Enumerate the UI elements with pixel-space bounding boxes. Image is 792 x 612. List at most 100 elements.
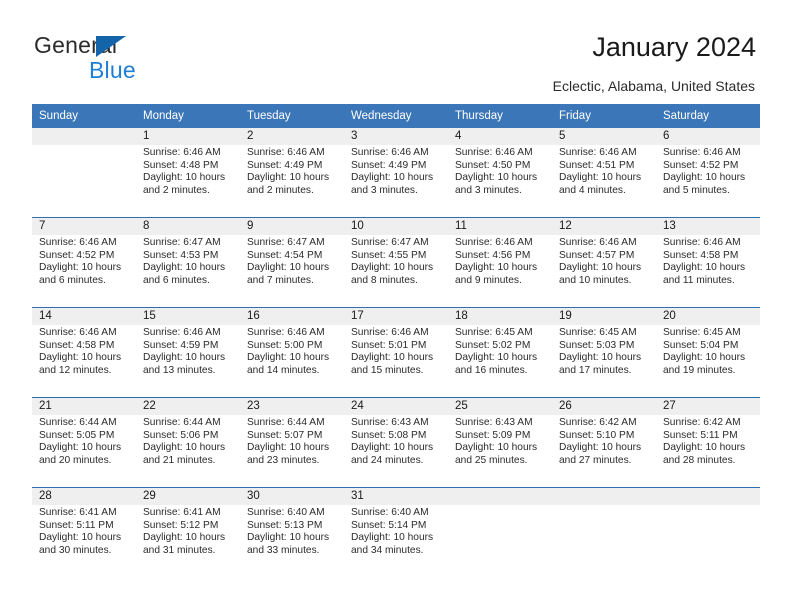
calendar-day-cell[interactable]: 19 Sunrise: 6:45 AM Sunset: 5:03 PM Dayligh… <box>552 307 656 398</box>
calendar-day-cell[interactable]: 16 Sunrise: 6:46 AM Sunset: 5:00 PM Dayligh… <box>240 307 344 398</box>
calendar-week-row: 28 Sunrise: 6:41 AM Sunset: 5:11 PM Dayligh… <box>32 487 760 577</box>
calendar-day-cell[interactable]: 8 Sunrise: 6:47 AM Sunset: 4:53 PM Daylight… <box>136 217 240 308</box>
day-cell-content: 2 Sunrise: 6:46 AM Sunset: 4:49 PM Daylight… <box>240 128 344 217</box>
calendar-week-row: 1 Sunrise: 6:46 AM Sunset: 4:48 PM Daylight… <box>32 128 760 218</box>
day-cell-content: 23 Sunrise: 6:44 AM Sunset: 5:07 PM Dayligh… <box>240 398 344 487</box>
calendar-day-cell[interactable]: 10 Sunrise: 6:47 AM Sunset: 4:55 PM Dayligh… <box>344 217 448 308</box>
sunrise-time: Sunrise: 6:40 AM <box>247 507 325 518</box>
daylight-duration-line1: Daylight: 10 hours <box>351 532 434 544</box>
calendar-body: 1 Sunrise: 6:46 AM Sunset: 4:48 PM Daylight… <box>32 128 760 577</box>
logo-text-blue: Blue <box>89 57 136 83</box>
calendar-day-cell[interactable]: 22 Sunrise: 6:44 AM Sunset: 5:06 PM Dayligh… <box>136 397 240 488</box>
sunrise-time: Sunrise: 6:47 AM <box>247 237 325 248</box>
daylight-duration-line1: Daylight: 10 hours <box>559 352 642 364</box>
calendar-day-cell[interactable]: 17 Sunrise: 6:46 AM Sunset: 5:01 PM Dayligh… <box>344 307 448 398</box>
calendar-day-cell[interactable] <box>448 487 552 577</box>
calendar-day-cell[interactable] <box>552 487 656 577</box>
day-number <box>448 488 552 505</box>
sunset-time: Sunset: 4:49 PM <box>351 159 427 171</box>
day-cell-content: 1 Sunrise: 6:46 AM Sunset: 4:48 PM Daylight… <box>136 128 240 217</box>
calendar-day-cell[interactable]: 1 Sunrise: 6:46 AM Sunset: 4:48 PM Daylight… <box>136 128 240 218</box>
day-number: 4 <box>448 128 552 145</box>
calendar-day-cell[interactable]: 11 Sunrise: 6:46 AM Sunset: 4:56 PM Dayligh… <box>448 217 552 308</box>
daylight-duration-line1: Daylight: 10 hours <box>143 172 226 184</box>
calendar-day-cell[interactable] <box>32 128 136 218</box>
sunset-time: Sunset: 4:56 PM <box>455 249 531 261</box>
weekday-header-wednesday: Wednesday <box>344 104 448 128</box>
sunset-time: Sunset: 5:13 PM <box>247 519 323 531</box>
weekday-header-monday: Monday <box>136 104 240 128</box>
day-cell-content: 11 Sunrise: 6:46 AM Sunset: 4:56 PM Dayligh… <box>448 218 552 307</box>
calendar-day-cell[interactable]: 26 Sunrise: 6:42 AM Sunset: 5:10 PM Dayligh… <box>552 397 656 488</box>
day-number: 7 <box>32 218 136 235</box>
calendar-day-cell[interactable]: 27 Sunrise: 6:42 AM Sunset: 5:11 PM Dayligh… <box>656 397 760 488</box>
calendar-day-cell[interactable]: 9 Sunrise: 6:47 AM Sunset: 4:54 PM Daylight… <box>240 217 344 308</box>
day-number: 29 <box>136 488 240 505</box>
sunrise-time: Sunrise: 6:43 AM <box>351 417 429 428</box>
day-cell-content: 4 Sunrise: 6:46 AM Sunset: 4:50 PM Daylight… <box>448 128 552 217</box>
calendar-day-cell[interactable]: 15 Sunrise: 6:46 AM Sunset: 4:59 PM Dayligh… <box>136 307 240 398</box>
calendar-day-cell[interactable]: 4 Sunrise: 6:46 AM Sunset: 4:50 PM Daylight… <box>448 128 552 218</box>
sunrise-sunset-calendar: Sunday Monday Tuesday Wednesday Thursday… <box>32 104 760 577</box>
day-cell-content: 8 Sunrise: 6:47 AM Sunset: 4:53 PM Daylight… <box>136 218 240 307</box>
calendar-day-cell[interactable]: 2 Sunrise: 6:46 AM Sunset: 4:49 PM Daylight… <box>240 128 344 218</box>
day-cell-content: 22 Sunrise: 6:44 AM Sunset: 5:06 PM Dayligh… <box>136 398 240 487</box>
calendar-day-cell[interactable]: 28 Sunrise: 6:41 AM Sunset: 5:11 PM Dayligh… <box>32 487 136 577</box>
calendar-day-cell[interactable]: 25 Sunrise: 6:43 AM Sunset: 5:09 PM Dayligh… <box>448 397 552 488</box>
sunset-time: Sunset: 5:11 PM <box>663 429 738 441</box>
daylight-duration-line1: Daylight: 10 hours <box>455 352 538 364</box>
weekday-header-friday: Friday <box>552 104 656 128</box>
calendar-day-cell[interactable]: 20 Sunrise: 6:45 AM Sunset: 5:04 PM Dayligh… <box>656 307 760 398</box>
calendar-day-cell[interactable]: 31 Sunrise: 6:40 AM Sunset: 5:14 PM Dayligh… <box>344 487 448 577</box>
day-number: 24 <box>344 398 448 415</box>
calendar-day-cell[interactable]: 23 Sunrise: 6:44 AM Sunset: 5:07 PM Dayligh… <box>240 397 344 488</box>
calendar-day-cell[interactable]: 13 Sunrise: 6:46 AM Sunset: 4:58 PM Dayligh… <box>656 217 760 308</box>
day-details: Sunrise: 6:42 AM Sunset: 5:10 PM Daylight:… <box>552 415 656 467</box>
day-details: Sunrise: 6:46 AM Sunset: 4:58 PM Daylight:… <box>32 325 136 377</box>
day-cell-content: 19 Sunrise: 6:45 AM Sunset: 5:03 PM Dayligh… <box>552 308 656 397</box>
calendar-day-cell[interactable]: 5 Sunrise: 6:46 AM Sunset: 4:51 PM Daylight… <box>552 128 656 218</box>
calendar-day-cell[interactable]: 7 Sunrise: 6:46 AM Sunset: 4:52 PM Daylight… <box>32 217 136 308</box>
day-number: 31 <box>344 488 448 505</box>
sunset-time: Sunset: 4:52 PM <box>39 249 115 261</box>
day-number: 3 <box>344 128 448 145</box>
calendar-day-cell[interactable] <box>656 487 760 577</box>
calendar-day-cell[interactable]: 6 Sunrise: 6:46 AM Sunset: 4:52 PM Daylight… <box>656 128 760 218</box>
daylight-duration-line2: and 16 minutes. <box>455 364 528 376</box>
day-cell-content: 26 Sunrise: 6:42 AM Sunset: 5:10 PM Dayligh… <box>552 398 656 487</box>
daylight-duration-line2: and 3 minutes. <box>455 184 522 196</box>
calendar-day-cell[interactable]: 18 Sunrise: 6:45 AM Sunset: 5:02 PM Dayligh… <box>448 307 552 398</box>
calendar-day-cell[interactable]: 14 Sunrise: 6:46 AM Sunset: 4:58 PM Dayligh… <box>32 307 136 398</box>
day-number: 2 <box>240 128 344 145</box>
calendar-day-cell[interactable]: 21 Sunrise: 6:44 AM Sunset: 5:05 PM Dayligh… <box>32 397 136 488</box>
sunrise-time: Sunrise: 6:47 AM <box>351 237 429 248</box>
sunset-time: Sunset: 5:09 PM <box>455 429 531 441</box>
daylight-duration-line2: and 20 minutes. <box>39 454 112 466</box>
sunrise-time: Sunrise: 6:45 AM <box>559 327 637 338</box>
generalblue-logo[interactable]: General Blue <box>34 32 234 88</box>
daylight-duration-line2: and 8 minutes. <box>351 274 418 286</box>
sunrise-time: Sunrise: 6:41 AM <box>39 507 117 518</box>
daylight-duration-line2: and 25 minutes. <box>455 454 528 466</box>
triangle-icon <box>96 36 126 57</box>
sunset-time: Sunset: 5:07 PM <box>247 429 323 441</box>
day-number <box>32 128 136 145</box>
calendar-day-cell[interactable]: 30 Sunrise: 6:40 AM Sunset: 5:13 PM Dayligh… <box>240 487 344 577</box>
daylight-duration-line1: Daylight: 10 hours <box>39 442 122 454</box>
calendar-week-row: 7 Sunrise: 6:46 AM Sunset: 4:52 PM Daylight… <box>32 217 760 308</box>
daylight-duration-line2: and 10 minutes. <box>559 274 632 286</box>
sunrise-time: Sunrise: 6:46 AM <box>559 237 637 248</box>
daylight-duration-line1: Daylight: 10 hours <box>351 442 434 454</box>
daylight-duration-line2: and 31 minutes. <box>143 544 216 556</box>
calendar-day-cell[interactable]: 12 Sunrise: 6:46 AM Sunset: 4:57 PM Dayligh… <box>552 217 656 308</box>
page-header: General Blue January 2024 Eclectic, Alab… <box>0 0 792 100</box>
calendar-day-cell[interactable]: 29 Sunrise: 6:41 AM Sunset: 5:12 PM Dayligh… <box>136 487 240 577</box>
day-cell-content: 21 Sunrise: 6:44 AM Sunset: 5:05 PM Dayligh… <box>32 398 136 487</box>
calendar-day-cell[interactable]: 3 Sunrise: 6:46 AM Sunset: 4:49 PM Daylight… <box>344 128 448 218</box>
day-number: 20 <box>656 308 760 325</box>
daylight-duration-line1: Daylight: 10 hours <box>455 442 538 454</box>
calendar-day-cell[interactable]: 24 Sunrise: 6:43 AM Sunset: 5:08 PM Dayligh… <box>344 397 448 488</box>
daylight-duration-line1: Daylight: 10 hours <box>663 352 746 364</box>
sunset-time: Sunset: 5:01 PM <box>351 339 427 351</box>
day-details: Sunrise: 6:46 AM Sunset: 4:49 PM Daylight:… <box>344 145 448 197</box>
